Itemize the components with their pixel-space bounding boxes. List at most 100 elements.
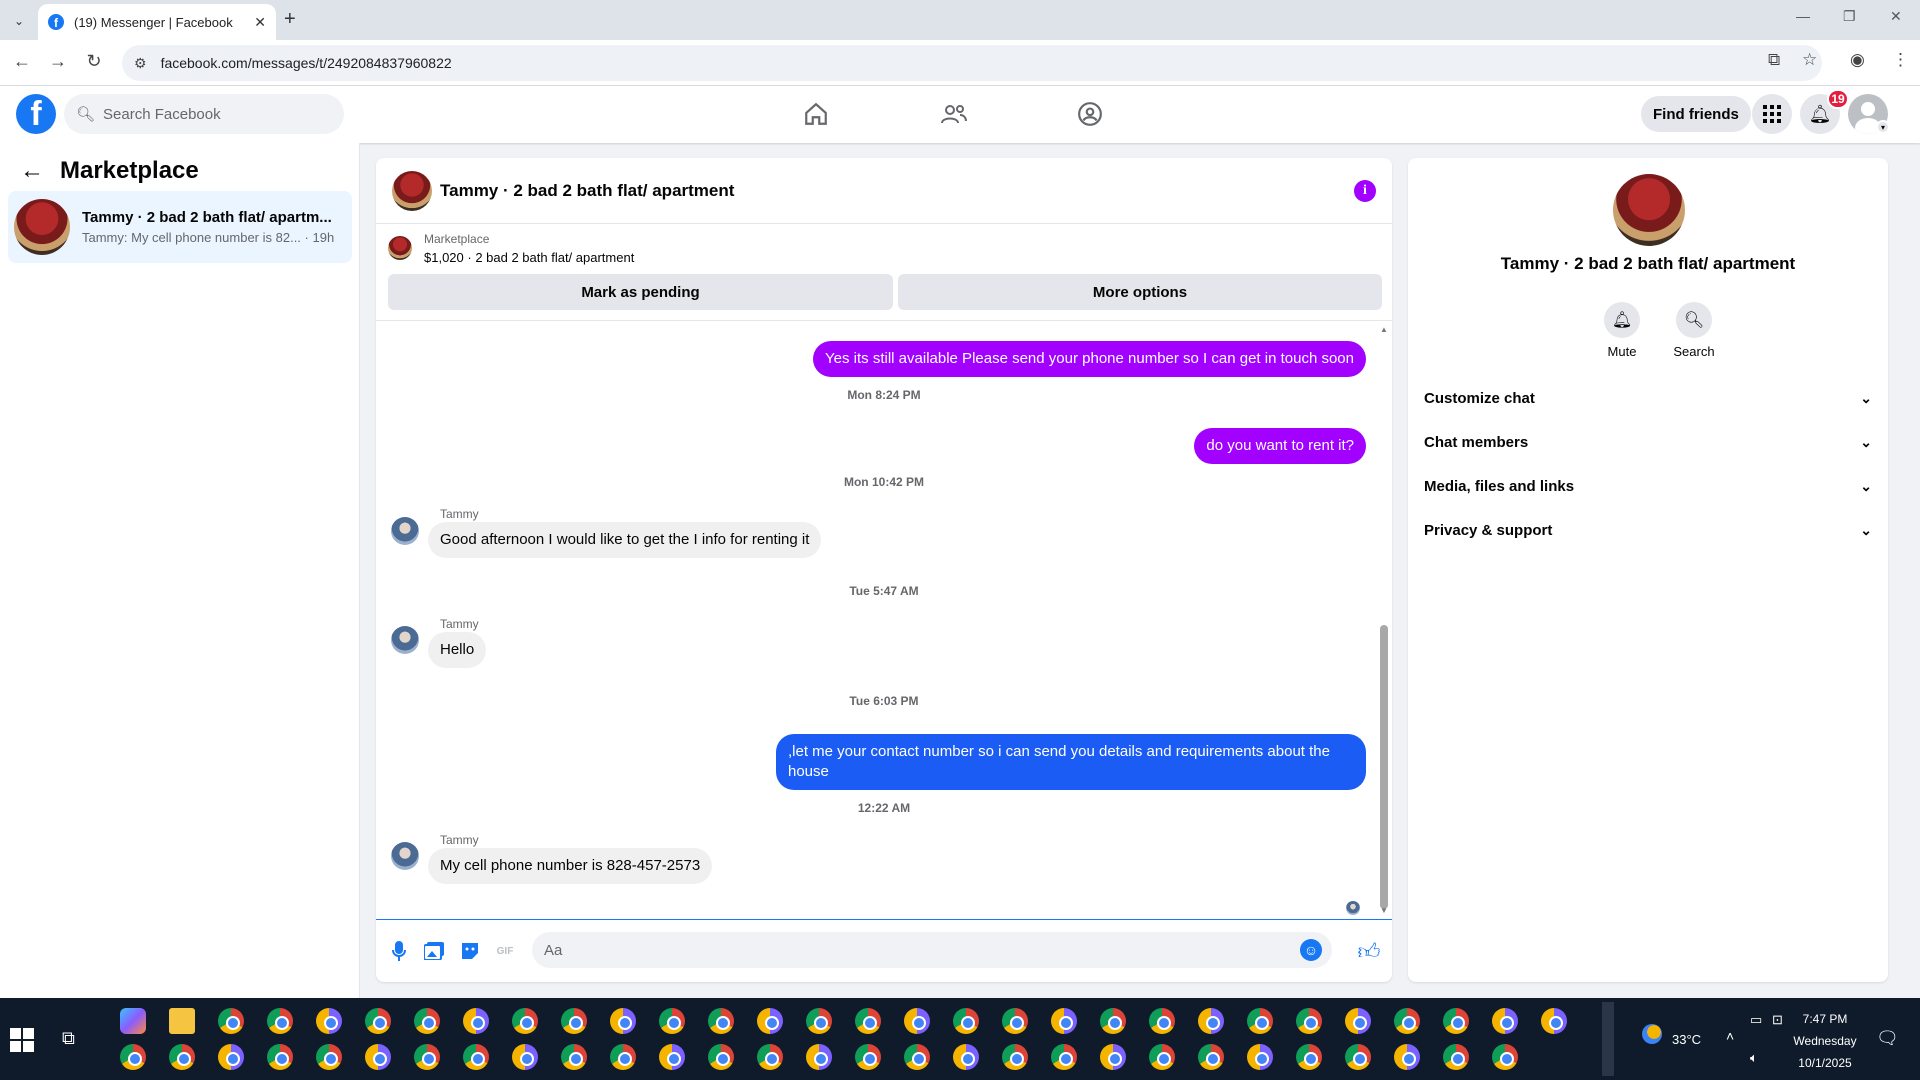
weather-icon[interactable] (1642, 1024, 1662, 1044)
tab-list-icon[interactable]: ⌄ (8, 10, 30, 32)
chrome-app-icon[interactable] (511, 1044, 538, 1070)
file-explorer-icon[interactable] (168, 1008, 195, 1034)
temperature[interactable]: 33°C (1672, 1032, 1701, 1047)
chrome-app-icon[interactable] (1295, 1044, 1322, 1070)
chrome-app-icon[interactable] (707, 1008, 734, 1034)
chrome-app-icon[interactable] (658, 1008, 685, 1034)
incoming-message[interactable]: My cell phone number is 828-457-2573 (428, 848, 713, 884)
forward-icon[interactable]: → (46, 51, 70, 72)
taskbar-clock[interactable]: 7:47 PM Wednesday 10/1/2025 (1790, 1008, 1860, 1074)
install-icon[interactable]: ⧉ (1768, 50, 1780, 70)
chat-avatar[interactable] (392, 170, 432, 211)
gif-icon[interactable]: GIF (494, 940, 516, 962)
new-tab-icon[interactable]: + (284, 8, 296, 31)
chrome-app-icon[interactable] (1393, 1008, 1420, 1034)
reload-icon[interactable]: ↻ (82, 51, 106, 72)
bookmark-star-icon[interactable]: ☆ (1802, 50, 1817, 70)
chrome-app-icon[interactable] (1050, 1008, 1077, 1034)
message-input-container[interactable]: ☺ (532, 932, 1332, 968)
chrome-app-icon[interactable] (854, 1008, 881, 1034)
conversation-item[interactable]: Tammy · 2 bad 2 bath flat/ apartm... Tam… (8, 191, 352, 263)
message-scrollbar[interactable]: ▲ ▼ (1380, 325, 1388, 915)
chrome-app-icon[interactable] (1344, 1008, 1371, 1034)
photo-icon[interactable] (423, 940, 445, 962)
chrome-app-icon[interactable] (952, 1008, 979, 1034)
chrome-app-icon[interactable] (609, 1044, 636, 1070)
incoming-message[interactable]: Good afternoon I would like to get the I… (428, 522, 822, 558)
chrome-app-icon[interactable] (413, 1044, 440, 1070)
sender-avatar[interactable] (391, 517, 419, 545)
emoji-icon[interactable]: ☺ (1300, 939, 1322, 961)
profile-icon[interactable]: ◉ (1850, 50, 1865, 70)
home-icon[interactable] (796, 98, 836, 130)
taskbar-scroll[interactable] (1602, 1002, 1614, 1076)
chrome-app-icon[interactable] (1050, 1044, 1077, 1070)
copilot-app-icon[interactable] (119, 1008, 146, 1034)
close-tab-icon[interactable]: ✕ (254, 14, 266, 31)
chrome-app-icon[interactable] (609, 1008, 636, 1034)
customize-chat-item[interactable]: Customize chat ⌄ (1424, 380, 1872, 416)
network-icon[interactable]: ⊡ (1772, 1012, 1783, 1028)
chrome-app-icon[interactable] (315, 1008, 342, 1034)
chrome-app-icon[interactable] (315, 1044, 342, 1070)
chrome-app-icon[interactable] (119, 1044, 146, 1070)
scroll-down-icon[interactable]: ▼ (1380, 906, 1388, 915)
chrome-app-icon[interactable] (1099, 1008, 1126, 1034)
chrome-app-icon[interactable] (1001, 1044, 1028, 1070)
sender-avatar[interactable] (391, 626, 419, 654)
chrome-app-icon[interactable] (903, 1008, 930, 1034)
close-window-icon[interactable]: ✕ (1890, 8, 1902, 25)
facebook-search[interactable]: 🔍︎ (64, 94, 344, 134)
chrome-app-icon[interactable] (1540, 1008, 1567, 1034)
chrome-app-icon[interactable] (462, 1008, 489, 1034)
chrome-app-icon[interactable] (1001, 1008, 1028, 1034)
search-action[interactable]: 🔍︎ Search (1664, 302, 1724, 359)
chat-name[interactable]: Tammy · 2 bad 2 bath flat/ apartment (440, 181, 734, 201)
thumbs-up-icon[interactable]: 👍︎ (1358, 939, 1381, 964)
groups-icon[interactable] (1070, 98, 1110, 130)
incoming-message[interactable]: Hello (428, 632, 487, 668)
minimize-icon[interactable]: — (1796, 8, 1810, 24)
chat-members-item[interactable]: Chat members ⌄ (1424, 424, 1872, 460)
chrome-app-icon[interactable] (364, 1044, 391, 1070)
mark-as-pending-button[interactable]: Mark as pending (388, 274, 893, 310)
chrome-app-icon[interactable] (266, 1008, 293, 1034)
chevron-up-icon[interactable]: ˄ (1726, 1028, 1734, 1044)
chevron-down-icon[interactable]: ▾ (1876, 120, 1890, 134)
chrome-app-icon[interactable] (266, 1044, 293, 1070)
chrome-app-icon[interactable] (413, 1008, 440, 1034)
outgoing-message[interactable]: ,let me your contact number so i can sen… (776, 734, 1366, 790)
listing-price[interactable]: $1,020 · 2 bad 2 bath flat/ apartment (424, 250, 634, 265)
chrome-app-icon[interactable] (805, 1008, 832, 1034)
more-options-button[interactable]: More options (898, 274, 1382, 310)
friends-icon[interactable] (934, 98, 974, 130)
chrome-app-icon[interactable] (1393, 1044, 1420, 1070)
meet-icon[interactable]: ▭ (1750, 1012, 1762, 1028)
chrome-app-icon[interactable] (1197, 1044, 1224, 1070)
windows-start-icon[interactable] (10, 1028, 34, 1052)
chrome-app-icon[interactable] (952, 1044, 979, 1070)
chrome-app-icon[interactable] (854, 1044, 881, 1070)
chrome-app-icon[interactable] (903, 1044, 930, 1070)
menu-icon[interactable]: ⋮ (1892, 50, 1909, 70)
details-avatar[interactable] (1613, 174, 1685, 246)
sender-avatar[interactable] (391, 842, 419, 870)
media-files-links-item[interactable]: Media, files and links ⌄ (1424, 468, 1872, 504)
chrome-app-icon[interactable] (1246, 1008, 1273, 1034)
back-arrow-icon[interactable]: ← (20, 157, 44, 185)
chrome-app-icon[interactable] (1099, 1044, 1126, 1070)
chrome-app-icon[interactable] (1442, 1008, 1469, 1034)
chrome-app-icon[interactable] (462, 1044, 489, 1070)
privacy-support-item[interactable]: Privacy & support ⌄ (1424, 512, 1872, 548)
listing-thumbnail[interactable] (388, 236, 412, 260)
sticker-icon[interactable] (459, 940, 481, 962)
chrome-app-icon[interactable] (658, 1044, 685, 1070)
notification-center-icon[interactable]: 🗨︎ (1876, 1028, 1899, 1049)
chrome-app-icon[interactable] (1197, 1008, 1224, 1034)
scrollbar-thumb[interactable] (1380, 625, 1388, 909)
browser-tab[interactable]: f (19) Messenger | Facebook ✕ (38, 4, 276, 40)
chrome-app-icon[interactable] (560, 1008, 587, 1034)
info-icon[interactable]: i (1354, 180, 1376, 202)
chrome-app-icon[interactable] (1148, 1008, 1175, 1034)
chrome-app-icon[interactable] (1491, 1008, 1518, 1034)
